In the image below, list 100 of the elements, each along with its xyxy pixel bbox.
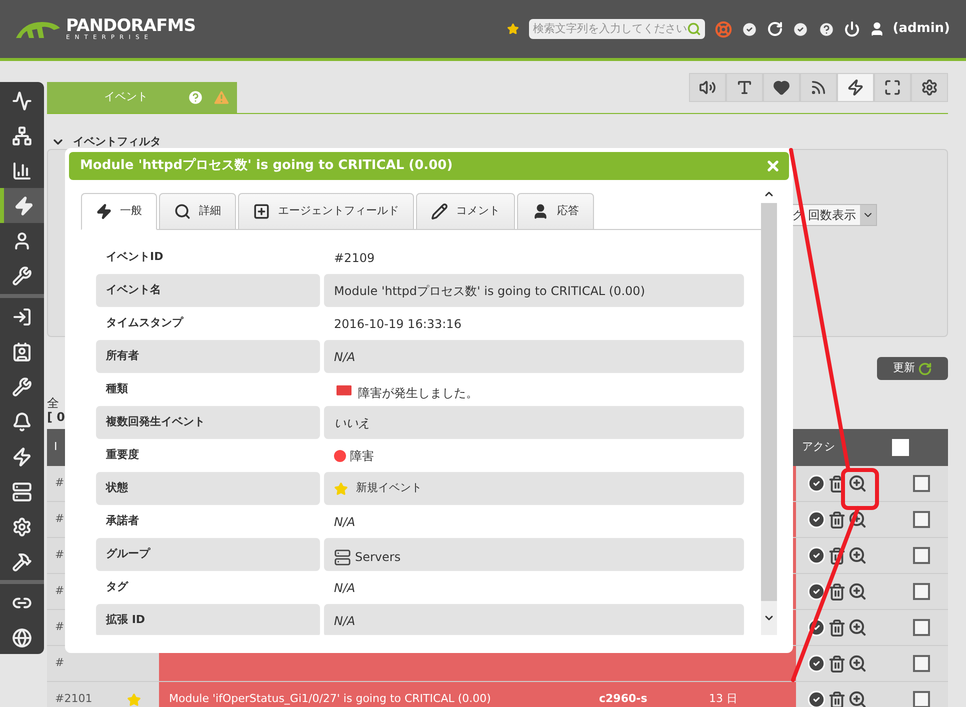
field-value: N/A [334, 348, 356, 366]
zoom-icon[interactable] [848, 510, 867, 529]
summary-text: [ 0 [47, 410, 66, 424]
zoom-icon[interactable] [848, 690, 867, 707]
validate-icon[interactable] [807, 546, 826, 565]
check-icon[interactable] [792, 20, 809, 38]
toolbar-button[interactable] [874, 73, 911, 102]
activity-icon [12, 90, 32, 110]
update-button[interactable]: 更新 [877, 357, 948, 380]
summary-text: 全 [47, 396, 59, 410]
toolbar-button[interactable] [837, 73, 874, 102]
scrollbar[interactable] [761, 185, 777, 635]
validate-icon[interactable] [807, 618, 826, 637]
field-value: 障害 [350, 448, 374, 464]
form-icon [253, 203, 270, 220]
toolbar-button[interactable] [800, 73, 837, 102]
logo-text: PANDORAFMS [66, 18, 196, 34]
zoom-icon[interactable] [848, 474, 867, 493]
trash-icon[interactable] [828, 582, 846, 600]
heart-icon [773, 79, 790, 96]
user-name[interactable]: (admin) [892, 19, 950, 39]
field-value: 障害が発生しました。 [358, 384, 478, 402]
dialog-tab[interactable]: 詳細 [159, 193, 236, 230]
validate-icon[interactable] [807, 582, 826, 601]
validate-icon[interactable] [807, 690, 826, 707]
favorite-icon[interactable] [506, 23, 519, 35]
checkbox[interactable] [913, 619, 930, 636]
field-value: N/A [334, 514, 356, 530]
label-cell-text: イベントID [105, 249, 164, 266]
dialog-title: Module 'httpdプロセス数' is going to CRITICAL (0.00) [80, 156, 454, 176]
help-icon[interactable] [818, 20, 835, 38]
pencil-icon [431, 203, 448, 220]
toolbar-button[interactable] [763, 73, 800, 102]
user-icon [532, 203, 549, 220]
hammer-icon [12, 552, 32, 572]
checkbox[interactable] [913, 583, 930, 600]
checkbox[interactable] [913, 655, 930, 672]
filter-title[interactable]: イベントフィルタ [73, 134, 161, 150]
zoom-icon[interactable] [848, 582, 867, 601]
check-icon[interactable] [740, 20, 758, 38]
trash-icon[interactable] [828, 654, 846, 672]
checkbox[interactable] [913, 511, 930, 528]
server-icon [12, 482, 32, 502]
search-field[interactable]: 検索文字列を入力してください [528, 19, 705, 39]
table-cell-text: Module 'ifOperStatus_Gi1/0/27' is going to CRITICAL (0.00) [169, 691, 492, 707]
wrench-icon [12, 376, 32, 396]
refresh-icon [918, 362, 932, 376]
star-icon [334, 482, 348, 496]
lightning-icon [96, 203, 112, 220]
field-value: Servers [355, 548, 401, 566]
lightning-icon [847, 79, 864, 96]
column-header: アクシ [802, 440, 835, 454]
label-cell-text: タイムスタンプ [105, 315, 184, 332]
toolbar-button[interactable] [726, 73, 763, 102]
sidebar-item[interactable] [0, 188, 44, 223]
dialog-tab[interactable]: コメント [416, 193, 515, 230]
label-cell: イベント名 [96, 274, 320, 307]
trash-icon[interactable] [828, 546, 846, 564]
table-cell-text: # [54, 511, 66, 528]
label-cell: 複数回発生イベント [96, 406, 320, 439]
validate-icon[interactable] [807, 474, 826, 493]
validate-icon[interactable] [807, 510, 826, 529]
zoom-icon[interactable] [848, 618, 867, 637]
zoom-icon[interactable] [848, 546, 867, 565]
dialog-tab[interactable]: エージェントフィールド [238, 193, 414, 230]
label-cell: 所有者 [96, 340, 320, 373]
checkbox[interactable] [913, 547, 930, 564]
chart-icon [12, 160, 32, 180]
table-cell-text: #2101 [54, 691, 94, 707]
globe-icon [12, 628, 32, 648]
lightning-icon [14, 196, 34, 216]
label-cell-text: 種類 [104, 381, 129, 398]
trash-icon[interactable] [828, 510, 846, 528]
gear-icon [12, 516, 32, 536]
column-header: I [54, 440, 58, 454]
dialog-tab[interactable]: 一般 [81, 193, 157, 230]
server-icon [334, 548, 351, 566]
trash-icon[interactable] [828, 690, 846, 707]
dialog-tab[interactable]: 応答 [517, 193, 594, 230]
trash-icon[interactable] [828, 618, 846, 636]
checkbox[interactable] [913, 691, 930, 707]
table-cell-text: # [54, 475, 66, 492]
zoom-icon[interactable] [848, 654, 867, 673]
field-value: Module 'httpdプロセス数' is going to CRITICAL (0.00) [334, 282, 645, 300]
toolbar-button[interactable] [689, 73, 726, 102]
refresh-icon[interactable] [766, 21, 783, 37]
tools-icon [12, 266, 32, 286]
table-cell-text: # [54, 583, 66, 600]
table-cell: 13 日 [709, 691, 738, 707]
user-icon [12, 230, 32, 250]
validate-icon[interactable] [807, 654, 826, 673]
label-cell-text: タグ [105, 579, 130, 596]
label-cell: 拡張 ID [96, 604, 320, 635]
field-value: N/A [334, 612, 356, 630]
toolbar-button[interactable] [911, 73, 948, 102]
field-value: 新規イベント [356, 480, 422, 496]
checkbox[interactable] [913, 475, 930, 492]
user-icon[interactable] [868, 21, 885, 37]
field-value: いいえ [334, 414, 370, 432]
power-icon[interactable] [844, 21, 860, 37]
